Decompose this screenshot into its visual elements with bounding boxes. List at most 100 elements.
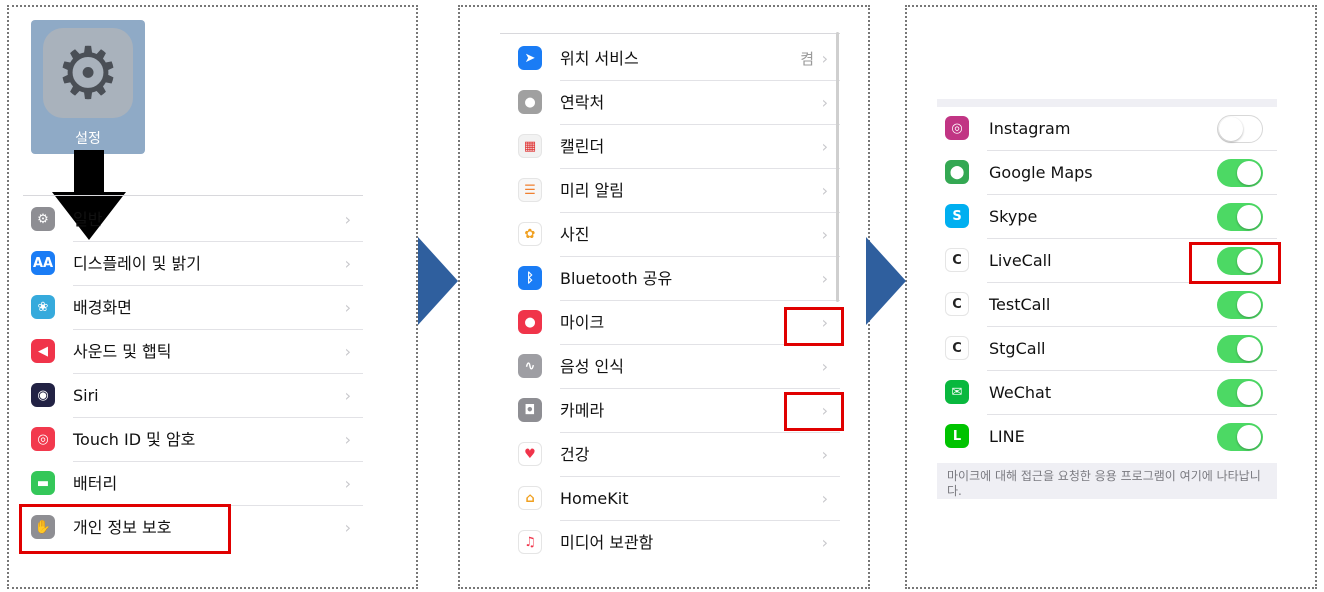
privacy-item-label: 캘린더 (560, 137, 605, 156)
toggle-knob (1237, 337, 1261, 361)
settings-item-row[interactable]: ◎ Touch ID 및 암호 › (23, 418, 363, 462)
reminders-icon: ☰ (518, 178, 542, 202)
settings-app-icon[interactable]: ⚙ 설정 (31, 20, 145, 154)
location-icon: ➤ (518, 46, 542, 70)
highlight-box (19, 504, 231, 554)
settings-item-row[interactable]: AA 디스플레이 및 밝기 › (23, 242, 363, 286)
home-icon: ⌂ (518, 486, 542, 510)
chevron-right-icon: › (344, 342, 351, 361)
app-permission-label: Instagram (989, 119, 1071, 138)
chevron-right-icon: › (821, 445, 828, 464)
chevron-right-icon: › (344, 254, 351, 273)
privacy-item-row[interactable]: ⌂ HomeKit › (510, 477, 840, 521)
privacy-item-row[interactable]: ● 연락처 › (510, 81, 840, 125)
settings-item-label: Touch ID 및 암호 (73, 430, 196, 449)
step-arrow-icon (866, 237, 906, 325)
gear-icon: ⚙ (31, 207, 55, 231)
chevron-right-icon: › (344, 430, 351, 449)
settings-item-row[interactable]: ◀ 사운드 및 햅틱 › (23, 330, 363, 374)
chevron-right-icon: › (821, 533, 828, 552)
toggle-knob (1237, 161, 1261, 185)
flower-icon: ❀ (31, 295, 55, 319)
chevron-right-icon: › (821, 137, 828, 156)
calendar-icon: ▦ (518, 134, 542, 158)
settings-item-label: 일반 (73, 210, 103, 229)
settings-item-row[interactable]: ⚙ 일반 › (23, 198, 363, 242)
skype-icon: S (945, 204, 969, 228)
settings-item-label: 사운드 및 햅틱 (73, 342, 172, 361)
settings-item-label: 배터리 (73, 474, 118, 493)
app-permission-row[interactable]: ◎ Instagram (937, 107, 1277, 151)
section-footer: 마이크에 대해 접근을 요청한 응용 프로그램이 여기에 나타납니다. (937, 463, 1277, 499)
gear-icon: ⚙ (43, 28, 133, 118)
toggle-switch[interactable] (1217, 379, 1263, 407)
app-permission-row[interactable]: C StgCall (937, 327, 1277, 371)
toggle-knob (1219, 117, 1243, 141)
toggle-switch[interactable] (1217, 203, 1263, 231)
camera-icon: ◘ (518, 398, 542, 422)
livecall-icon: C (945, 248, 969, 272)
app-permission-label: Google Maps (989, 163, 1093, 182)
toggle-switch[interactable] (1217, 159, 1263, 187)
toggle-knob (1237, 293, 1261, 317)
chevron-right-icon: › (821, 49, 828, 68)
toggle-knob (1237, 205, 1261, 229)
music-icon: ♫ (518, 530, 542, 554)
privacy-item-label: 미디어 보관함 (560, 533, 654, 552)
settings-item-row[interactable]: ▬ 배터리 › (23, 462, 363, 506)
privacy-item-label: 음성 인식 (560, 357, 624, 376)
privacy-item-label: 사진 (560, 225, 590, 244)
toggle-switch[interactable] (1217, 423, 1263, 451)
app-permission-row[interactable]: C TestCall (937, 283, 1277, 327)
privacy-item-row[interactable]: ☰ 미리 알림 › (510, 169, 840, 213)
privacy-item-label: HomeKit (560, 489, 629, 508)
app-permission-row[interactable]: ✉ WeChat (937, 371, 1277, 415)
privacy-item-label: 연락처 (560, 93, 605, 112)
app-permission-row[interactable]: S Skype (937, 195, 1277, 239)
chevron-right-icon: › (344, 210, 351, 229)
privacy-item-row[interactable]: ▦ 캘린더 › (510, 125, 840, 169)
app-permission-label: Skype (989, 207, 1038, 226)
battery-icon: ▬ (31, 471, 55, 495)
privacy-item-label: 건강 (560, 445, 590, 464)
app-permission-label: WeChat (989, 383, 1052, 402)
stgcall-icon: C (945, 336, 969, 360)
privacy-item-label: Bluetooth 공유 (560, 269, 673, 288)
app-permission-label: TestCall (989, 295, 1051, 314)
google-maps-icon: ⬤ (945, 160, 969, 184)
highlight-box (1189, 242, 1281, 284)
toggle-switch[interactable] (1217, 115, 1263, 143)
privacy-item-value: 켬 (800, 50, 814, 68)
chevron-right-icon: › (344, 298, 351, 317)
microphone-icon: ● (518, 310, 542, 334)
settings-item-row[interactable]: ❀ 배경화면 › (23, 286, 363, 330)
privacy-item-row[interactable]: ➤ 위치 서비스 켬 › (510, 37, 840, 81)
privacy-item-row[interactable]: ♥ 건강 › (510, 433, 840, 477)
siri-icon: ◉ (31, 383, 55, 407)
privacy-item-row[interactable]: ♫ 미디어 보관함 › (510, 521, 840, 557)
contacts-icon: ● (518, 90, 542, 114)
app-permission-label: LiveCall (989, 251, 1052, 270)
scrollbar[interactable] (836, 32, 839, 302)
app-permission-label: StgCall (989, 339, 1046, 358)
step-arrow-icon (418, 237, 458, 325)
heart-icon: ♥ (518, 442, 542, 466)
app-permission-row[interactable]: L LINE (937, 415, 1277, 459)
highlight-box (784, 307, 844, 346)
chevron-right-icon: › (821, 225, 828, 244)
toggle-switch[interactable] (1217, 335, 1263, 363)
highlight-box (784, 392, 844, 431)
app-permission-row[interactable]: ⬤ Google Maps (937, 151, 1277, 195)
privacy-item-row[interactable]: ∿ 음성 인식 › (510, 345, 840, 389)
settings-item-label: Siri (73, 386, 99, 405)
chevron-right-icon: › (821, 269, 828, 288)
privacy-item-row[interactable]: ✿ 사진 › (510, 213, 840, 257)
app-permission-label: LINE (989, 427, 1025, 446)
toggle-switch[interactable] (1217, 291, 1263, 319)
privacy-item-row[interactable]: ᛒ Bluetooth 공유 › (510, 257, 840, 301)
divider (23, 195, 363, 196)
settings-item-row[interactable]: ◉ Siri › (23, 374, 363, 418)
fingerprint-icon: ◎ (31, 427, 55, 451)
chevron-right-icon: › (344, 386, 351, 405)
privacy-item-label: 미리 알림 (560, 181, 624, 200)
